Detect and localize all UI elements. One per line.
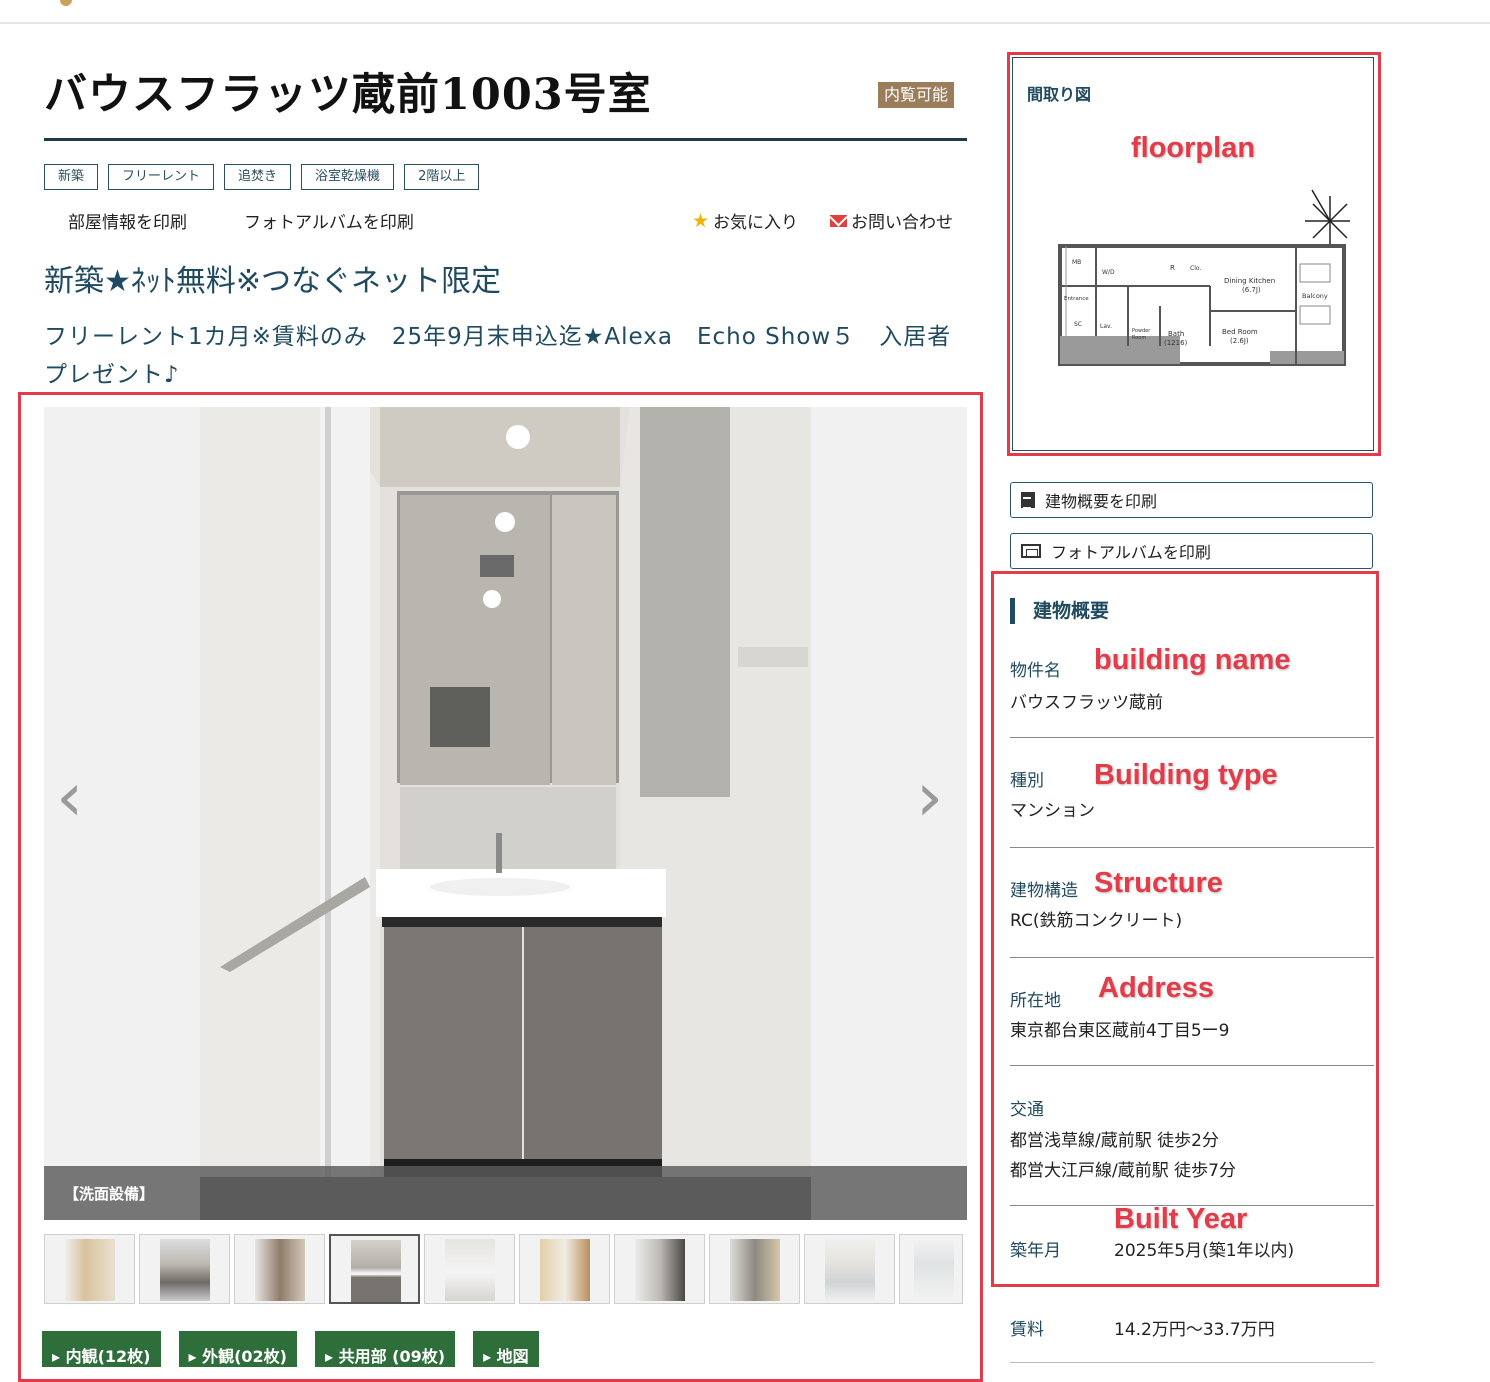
title-underline xyxy=(44,138,967,141)
access-label: 交通 xyxy=(1010,1100,1044,1120)
built-year-value: 2025年5月(築1年以内) xyxy=(1114,1241,1295,1261)
tag-free-rent: フリーレント xyxy=(108,164,215,190)
field-divider xyxy=(1010,1065,1374,1066)
access-value-1: 都営浅草線/蔵前駅 徒歩2分 xyxy=(1010,1131,1219,1151)
header-divider xyxy=(0,22,1490,24)
print-album-button[interactable]: フォトアルバムを印刷 xyxy=(1010,533,1373,569)
svg-text:Bed Room: Bed Room xyxy=(1222,328,1258,336)
building-type-label: 種別 xyxy=(1010,771,1044,791)
page-title: バウスフラッツ蔵前1003号室 xyxy=(44,70,652,120)
logo-fragment xyxy=(60,0,72,6)
field-divider xyxy=(1010,847,1374,848)
print-overview-button[interactable]: 建物概要を印刷 xyxy=(1010,482,1373,518)
print-room-link[interactable]: 部屋情報を印刷 xyxy=(68,208,187,233)
svg-text:(2.6J): (2.6J) xyxy=(1230,337,1249,345)
rent-value: 14.2万円〜33.7万円 xyxy=(1114,1320,1275,1340)
tag-second-floor-up: 2階以上 xyxy=(404,164,480,190)
building-type-value: マンション xyxy=(1010,801,1095,821)
floorplan-image[interactable]: MB W/D R Clo. Dining Kitchen (6.7J) Balc… xyxy=(1030,186,1350,370)
catchcopy-headline: 新築★ﾈｯﾄ無料※つなぐネット限定 xyxy=(44,264,502,299)
document-icon xyxy=(1021,492,1035,509)
svg-text:Powder: Powder xyxy=(1132,328,1151,334)
overview-title: 建物概要 xyxy=(1010,598,1109,624)
svg-text:Entrance: Entrance xyxy=(1064,296,1089,302)
contact-label: お問い合わせ xyxy=(851,213,953,233)
svg-text:R: R xyxy=(1170,264,1175,272)
svg-text:SC: SC xyxy=(1074,321,1082,328)
address-annotation: Address xyxy=(1098,972,1215,1004)
svg-text:Room: Room xyxy=(1132,335,1146,341)
svg-text:Lav.: Lav. xyxy=(1100,323,1112,330)
built-year-annotation: Built Year xyxy=(1114,1203,1248,1235)
tag-bathroom-dryer: 浴室乾燥機 xyxy=(301,164,395,190)
rent-label: 賃料 xyxy=(1010,1320,1044,1340)
svg-text:Dining Kitchen: Dining Kitchen xyxy=(1224,277,1275,285)
viewing-available-badge: 内覧可能 xyxy=(878,82,955,108)
field-divider xyxy=(1010,1362,1374,1363)
print-album-link[interactable]: フォトアルバムを印刷 xyxy=(244,208,414,233)
address-value: 東京都台東区蔵前4丁目5ー9 xyxy=(1010,1021,1230,1041)
building-type-annotation: Building type xyxy=(1094,759,1278,791)
favorite-button[interactable]: ★ お気に入り xyxy=(692,208,799,234)
building-name-label: 物件名 xyxy=(1010,661,1061,681)
print-overview-label: 建物概要を印刷 xyxy=(1045,492,1158,511)
print-album-label: フォトアルバムを印刷 xyxy=(1051,543,1211,562)
svg-text:(6.7J): (6.7J) xyxy=(1242,286,1261,294)
field-divider xyxy=(1010,957,1374,958)
mail-icon xyxy=(830,214,847,227)
svg-text:Clo.: Clo. xyxy=(1190,265,1201,272)
access-value-2: 都営大江戸線/蔵前駅 徒歩7分 xyxy=(1010,1161,1236,1181)
star-icon: ★ xyxy=(692,209,710,232)
address-label: 所在地 xyxy=(1010,991,1061,1011)
svg-text:Bath: Bath xyxy=(1168,330,1184,338)
svg-text:MB: MB xyxy=(1072,259,1081,266)
feature-tags: 新築 フリーレント 追焚き 浴室乾燥機 2階以上 xyxy=(44,164,480,190)
floorplan-title: 間取り図 xyxy=(1027,85,1092,104)
gallery-annotation-box xyxy=(18,392,983,1382)
building-name-value: バウスフラッツ蔵前 xyxy=(1010,693,1163,713)
field-divider xyxy=(1010,737,1374,738)
tag-new-build: 新築 xyxy=(44,164,99,190)
floorplan-annotation: floorplan xyxy=(1131,132,1256,164)
contact-button[interactable]: お問い合わせ xyxy=(830,208,953,233)
catchcopy-subline: フリーレント1カ月※賃料のみ 25年9月末申込迄★Alexa Echo Show… xyxy=(44,324,952,388)
favorite-label: お気に入り xyxy=(713,213,799,233)
svg-text:(1216): (1216) xyxy=(1164,339,1188,347)
svg-text:W/D: W/D xyxy=(1102,269,1115,276)
building-name-annotation: building name xyxy=(1094,644,1291,676)
structure-annotation: Structure xyxy=(1094,867,1223,899)
structure-label: 建物構造 xyxy=(1010,881,1078,901)
picture-icon xyxy=(1021,544,1041,558)
structure-value: RC(鉄筋コンクリート) xyxy=(1010,911,1183,931)
tag-reheating: 追焚き xyxy=(224,164,292,190)
built-year-label: 築年月 xyxy=(1010,1241,1061,1261)
svg-text:Balcony: Balcony xyxy=(1302,292,1328,300)
compass-icon xyxy=(1305,189,1350,246)
